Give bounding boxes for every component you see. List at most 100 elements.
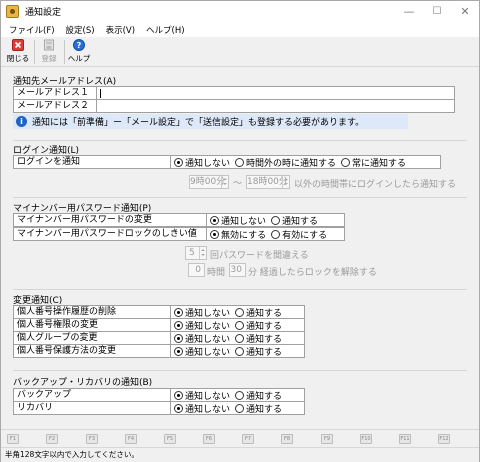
option-notify-on[interactable]: 通知する [235, 319, 282, 331]
option-label: 通知する [282, 216, 319, 227]
info-icon: i [16, 116, 27, 127]
info-message: i 通知には「前準備」ー「メール設定」で「送信設定」も登録する必要があります。 [13, 114, 408, 129]
option-notify-on[interactable]: 通知する [235, 332, 282, 344]
help-icon: ? [73, 39, 85, 51]
radio-unchecked [235, 307, 245, 317]
spinner-icon [282, 176, 289, 188]
recovery-row-options: 通知しない 通知する [171, 401, 305, 415]
radio-unchecked [235, 320, 245, 330]
title-bar: 通知設定 — ☐ ✕ [1, 1, 479, 22]
change-row: 個人番号権限の変更 通知しない 通知する [13, 318, 305, 332]
divider [13, 140, 467, 141]
close-button[interactable]: 閉じる [6, 38, 30, 66]
fkey-f11[interactable]: F11 [399, 434, 411, 444]
fkey-f6[interactable]: F6 [203, 434, 215, 444]
fkey-f12[interactable]: F12 [438, 434, 450, 444]
backup-row: バックアップ 通知しない 通知する [13, 388, 305, 402]
radio-checked [174, 346, 183, 356]
radio-unchecked [235, 403, 245, 413]
minimize-button[interactable]: — [395, 1, 423, 22]
radio-checked [174, 320, 183, 330]
text-caret [100, 89, 101, 98]
login-start-time[interactable]: 9時00分 [189, 175, 229, 189]
mail-address1-input[interactable] [97, 86, 455, 100]
menu-settings[interactable]: 設定(S) [66, 24, 95, 36]
change-row: 個人番号保護方法の変更 通知しない 通知する [13, 344, 305, 358]
menu-help[interactable]: ヘルプ(H) [146, 24, 185, 36]
fkey-f9[interactable]: F9 [321, 434, 333, 444]
maximize-button[interactable]: ☐ [423, 1, 451, 22]
option-label: 通知しない [185, 404, 231, 415]
option-label: 通知する [246, 347, 283, 358]
mynumber-lock-options: 無効にする 有効にする [207, 227, 345, 241]
help-button[interactable]: ? ヘルプ [67, 38, 91, 66]
option-notify-off[interactable]: 通知しない [174, 332, 230, 344]
option-notify-on[interactable]: 通知する [235, 389, 283, 402]
fkey-f7[interactable]: F7 [242, 434, 254, 444]
register-button[interactable]: 登録 [37, 38, 61, 66]
register-icon [44, 39, 54, 51]
option-notify-on[interactable]: 通知する [271, 214, 319, 227]
fkey-f4[interactable]: F4 [125, 434, 137, 444]
fkey-f3[interactable]: F3 [86, 434, 98, 444]
close-window-button[interactable]: ✕ [451, 1, 479, 22]
mynumber-lock-row: マイナンバー用パスワードロックのしきい値 無効にする 有効にする [13, 227, 345, 241]
option-notify-off[interactable]: 通知しない [174, 389, 230, 401]
option-notify-on[interactable]: 通知する [235, 306, 282, 318]
option-notify-on[interactable]: 通知する [235, 345, 283, 358]
radio-unchecked [235, 346, 245, 356]
start-time-value: 9時00分 [190, 177, 226, 187]
radio-unchecked [271, 229, 281, 239]
option-notify-on[interactable]: 通知する [235, 402, 282, 414]
fkey-f5[interactable]: F5 [164, 434, 176, 444]
threshold-count[interactable]: 5 [185, 246, 207, 260]
option-label: 有効にする [282, 230, 328, 241]
threshold-count-value: 5 [189, 248, 195, 258]
option-notify-off[interactable]: 通知しない [174, 402, 231, 415]
fkey-f10[interactable]: F10 [360, 434, 372, 444]
divider [13, 197, 467, 198]
menu-bar: ファイル(F) 設定(S) 表示(V) ヘルプ(H) [1, 22, 479, 37]
fkey-f2[interactable]: F2 [46, 434, 58, 444]
fkey-f8[interactable]: F8 [281, 434, 293, 444]
option-disable[interactable]: 無効にする [210, 228, 267, 241]
option-label: 無効にする [221, 230, 267, 241]
change-row-options: 通知しない 通知する [171, 344, 305, 358]
lock-text: 分 経過したらロックを解除する [248, 268, 377, 278]
login-end-time[interactable]: 18時00分 [246, 175, 290, 189]
fkey-f1[interactable]: F1 [7, 434, 19, 444]
menu-view[interactable]: 表示(V) [106, 24, 135, 36]
option-notify-off[interactable]: 通知しない [174, 345, 231, 358]
radio-checked [210, 229, 219, 239]
option-notify-off[interactable]: 通知しない [174, 306, 231, 319]
tilde: ～ [233, 179, 243, 189]
mail-address2-row: メールアドレス２ [13, 99, 455, 113]
change-row-options: 通知しない 通知する [171, 318, 305, 332]
lock-minutes[interactable]: 30 [229, 263, 246, 277]
option-label: 時間外の時に通知する [246, 158, 337, 169]
option-enable[interactable]: 有効にする [271, 228, 328, 241]
status-bar: 半角128文字以内で入力してください。 [1, 447, 479, 462]
login-option-offhours[interactable]: 時間外の時に通知する [235, 156, 337, 169]
option-label: 通知する [246, 391, 283, 402]
recovery-row: リカバリ 通知しない 通知する [13, 401, 305, 415]
toolbar-separator [34, 40, 35, 64]
option-label: 通知しない [185, 308, 231, 319]
login-option-none[interactable]: 通知しない [174, 156, 230, 168]
mail-address2-input[interactable] [97, 99, 455, 113]
lock-hours-value: 0 [195, 265, 201, 275]
radio-checked [174, 157, 183, 167]
change-row-label: 個人番号権限の変更 [13, 318, 171, 332]
option-notify-off[interactable]: 通知しない [174, 319, 230, 331]
hours-unit: 時間 [207, 268, 226, 278]
login-option-always[interactable]: 常に通知する [341, 156, 406, 168]
option-notify-off[interactable]: 通知しない [210, 214, 266, 226]
change-row-label: 個人グループの変更 [13, 331, 171, 345]
radio-unchecked [341, 157, 351, 167]
lock-hours[interactable]: 0 [188, 263, 205, 277]
menu-file[interactable]: ファイル(F) [9, 24, 55, 36]
help-button-label: ヘルプ [67, 54, 91, 63]
close-icon [12, 39, 24, 51]
option-label: 通知しない [185, 347, 231, 358]
recovery-row-label: リカバリ [13, 401, 171, 415]
